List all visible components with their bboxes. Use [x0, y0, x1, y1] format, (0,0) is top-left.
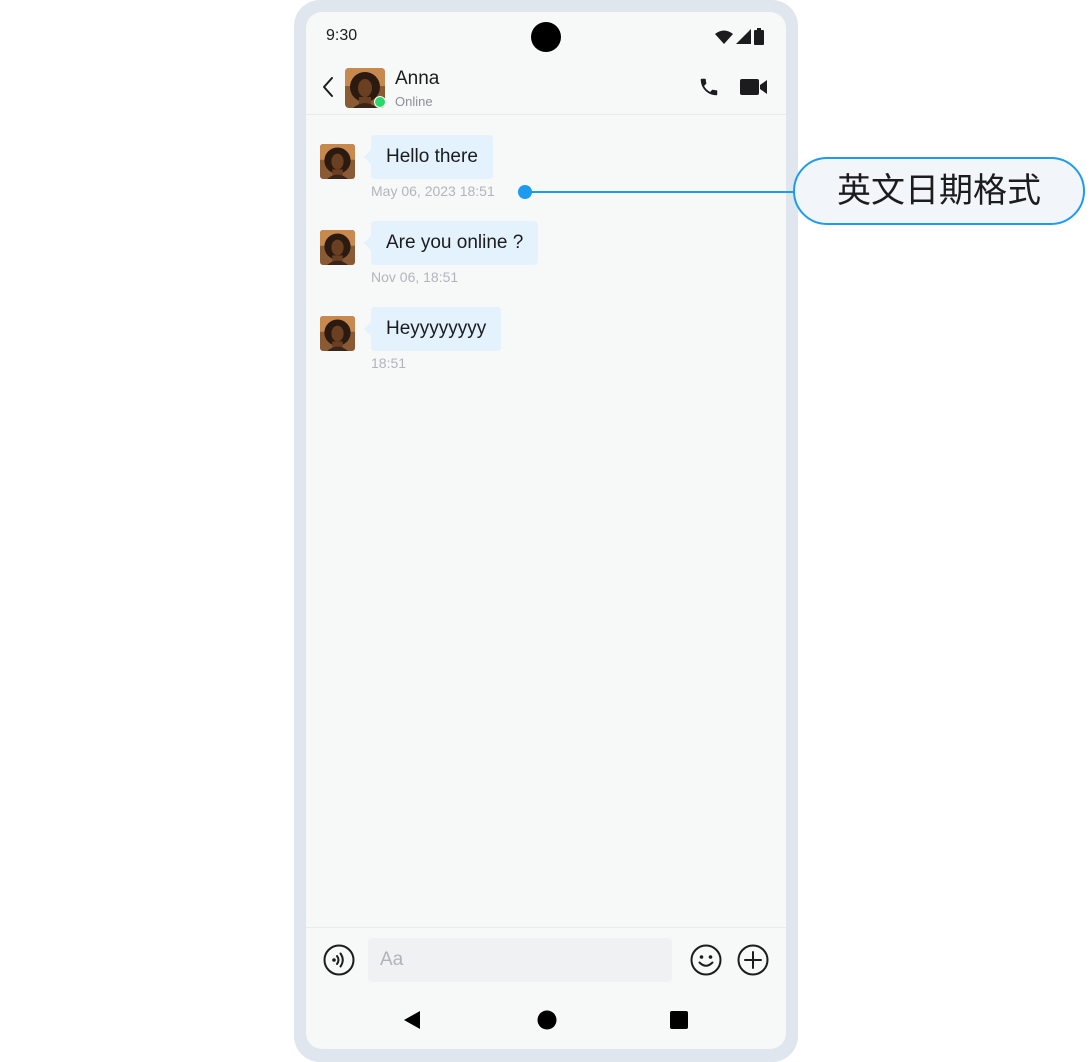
- message-avatar[interactable]: [320, 316, 355, 351]
- signal-icon: [736, 29, 751, 44]
- camera-cutout: [531, 22, 561, 52]
- nav-home-icon[interactable]: [537, 1010, 557, 1030]
- message-input[interactable]: [368, 938, 672, 982]
- message-avatar[interactable]: [320, 144, 355, 179]
- message-timestamp: 18:51: [371, 355, 407, 371]
- message-bubble[interactable]: Hello there: [364, 135, 493, 179]
- nav-back-icon[interactable]: [402, 1010, 422, 1030]
- chat-screen: 9:30 Anna Online Hello there May 06, 202…: [306, 12, 786, 1049]
- message-bubble[interactable]: Are you online ?: [363, 221, 539, 265]
- contact-status: Online: [395, 94, 433, 109]
- message-timestamp: May 06, 2023 18:51: [371, 183, 495, 199]
- phone-frame: 9:30 Anna Online Hello there May 06, 202…: [294, 0, 798, 1062]
- status-bar: 9:30: [306, 12, 786, 60]
- nav-recents-icon[interactable]: [669, 1010, 689, 1030]
- status-time: 9:30: [326, 27, 358, 44]
- wifi-icon: [715, 30, 733, 44]
- message-bubble[interactable]: Heyyyyyyyy: [363, 307, 502, 351]
- contact-name: Anna: [395, 68, 440, 89]
- video-camera-icon[interactable]: [740, 76, 768, 98]
- chat-header: Anna Online: [306, 60, 786, 115]
- online-indicator: [374, 96, 386, 108]
- emoji-icon[interactable]: [690, 944, 722, 976]
- message-avatar[interactable]: [320, 230, 355, 265]
- phone-icon[interactable]: [698, 76, 720, 98]
- system-nav-bar: [306, 992, 786, 1049]
- status-icons: [715, 28, 764, 45]
- plus-icon[interactable]: [737, 944, 769, 976]
- battery-icon: [754, 28, 764, 45]
- annotation-connector: [518, 185, 798, 199]
- voice-icon[interactable]: [323, 944, 355, 976]
- back-arrow-icon[interactable]: [320, 75, 336, 99]
- message-timestamp: Nov 06, 18:51: [371, 269, 459, 285]
- message-input-bar: [306, 927, 786, 992]
- annotation-label: 英文日期格式: [793, 157, 1085, 225]
